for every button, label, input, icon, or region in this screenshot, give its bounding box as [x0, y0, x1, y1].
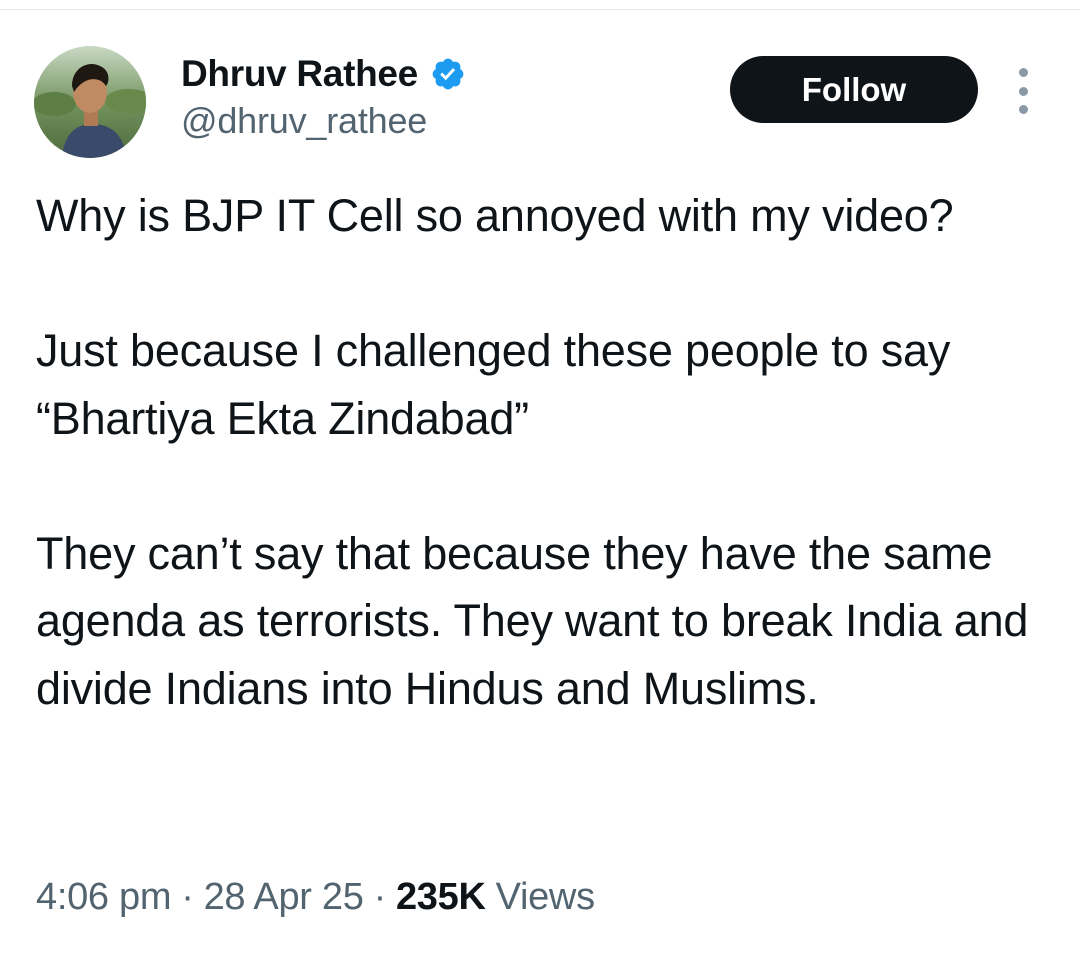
user-handle[interactable]: @dhruv_rathee — [181, 100, 427, 142]
top-divider — [0, 9, 1080, 10]
vertical-ellipsis-icon — [1018, 68, 1028, 77]
tweet-paragraph: Just because I challenged these people t… — [36, 325, 963, 444]
tweet-time[interactable]: 4:06 pm — [36, 876, 172, 919]
tweet-paragraph: They can’t say that because they have th… — [36, 527, 1041, 714]
meta-separator: · — [181, 875, 194, 918]
tweet-text: Why is BJP IT Cell so annoyed with my vi… — [36, 182, 1046, 722]
verified-badge-icon[interactable] — [430, 56, 466, 92]
views-label[interactable]: Views — [496, 876, 595, 919]
meta-separator: · — [373, 875, 387, 918]
vertical-ellipsis-icon — [1018, 86, 1028, 96]
author-name-row: Dhruv Rathee — [181, 50, 466, 98]
avatar-photo-icon — [34, 46, 146, 158]
views-count[interactable]: 235K — [396, 876, 486, 919]
more-options-button[interactable] — [1008, 68, 1038, 114]
follow-button[interactable]: Follow — [730, 56, 978, 123]
display-name[interactable]: Dhruv Rathee — [181, 53, 418, 95]
tweet-paragraph: Why is BJP IT Cell so annoyed with my vi… — [36, 190, 954, 241]
tweet-metadata: 4:06 pm · 28 Apr 25 · 235K Views — [36, 872, 595, 922]
avatar[interactable] — [34, 46, 146, 158]
tweet-date[interactable]: 28 Apr 25 — [204, 876, 364, 919]
vertical-ellipsis-icon — [1018, 105, 1028, 114]
